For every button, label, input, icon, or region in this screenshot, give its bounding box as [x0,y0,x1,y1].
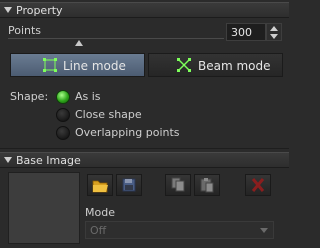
save-button[interactable] [116,174,142,196]
points-slider[interactable] [8,38,224,39]
stepper-up-icon[interactable] [270,26,278,31]
base-image-panel-title: Base Image [16,154,81,167]
beam-mode-icon [177,58,191,72]
shape-close-label[interactable]: Close shape [75,108,142,121]
shape-as-is-radio[interactable] [56,90,70,104]
collapse-triangle-icon[interactable] [4,7,12,13]
beam-mode-label: Beam mode [198,59,271,73]
line-mode-icon [43,58,57,72]
shape-overlapping-radio[interactable] [56,126,70,140]
mode-select-value: Off [90,224,107,237]
delete-button[interactable] [245,174,271,196]
points-slider-thumb[interactable] [75,40,84,46]
property-panel-title: Property [16,4,63,17]
points-label: Points [8,24,42,37]
save-icon [122,178,136,192]
paste-icon [200,178,214,193]
mode-label: Mode [85,206,115,219]
shape-label: Shape: [10,90,49,103]
delete-icon [251,178,265,192]
shape-as-is-label[interactable]: As is [75,90,101,103]
mode-select[interactable]: Off [85,221,274,239]
shape-close-radio[interactable] [56,108,70,122]
copy-button[interactable] [165,174,191,196]
stepper-down-icon[interactable] [270,34,278,39]
property-panel-header[interactable]: Property [0,2,289,18]
paste-button[interactable] [194,174,220,196]
base-image-panel-header[interactable]: Base Image [0,152,289,168]
line-mode-label: Line mode [63,59,126,73]
collapse-triangle-icon[interactable] [4,157,12,163]
points-input[interactable]: 300 [226,23,266,41]
shape-overlapping-label[interactable]: Overlapping points [75,126,180,139]
points-stepper[interactable] [266,23,282,41]
base-image-preview[interactable] [8,172,80,244]
beam-mode-button[interactable]: Beam mode [148,53,283,77]
chevron-down-icon [260,228,268,233]
copy-icon [171,177,185,192]
divider [0,148,289,149]
line-mode-button[interactable]: Line mode [10,53,145,77]
open-folder-icon [92,180,108,193]
open-button[interactable] [87,174,113,196]
